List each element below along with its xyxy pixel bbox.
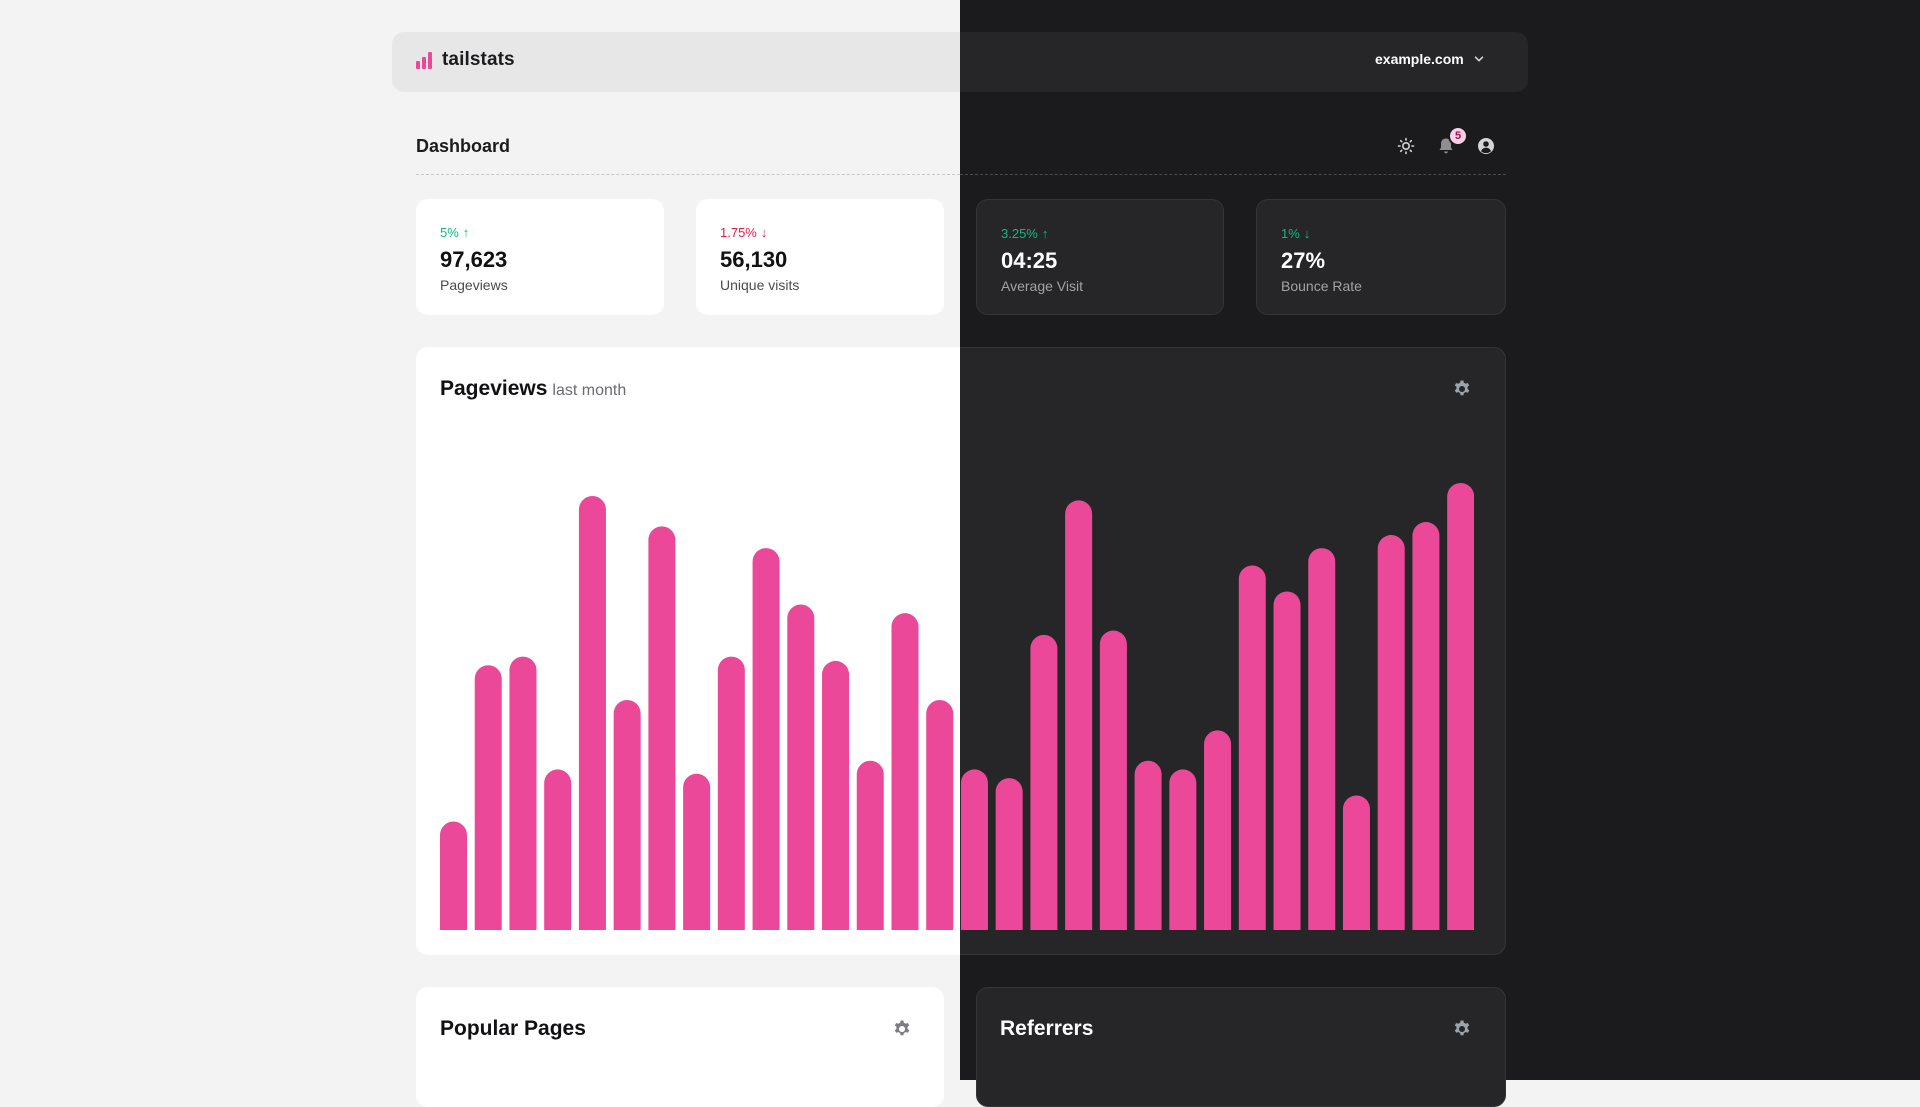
chart-bar[interactable] bbox=[717, 656, 745, 930]
chevron-down-icon bbox=[1474, 56, 1484, 62]
arrow-down-icon: ↓ bbox=[1303, 226, 1311, 241]
stat-delta: 1.75% ↓ bbox=[720, 225, 768, 240]
chart-bar[interactable] bbox=[578, 496, 606, 930]
chart-bar[interactable] bbox=[509, 656, 537, 930]
stat-card-unique-visits: 1.75% ↓ 56,130 Unique visits bbox=[696, 199, 944, 315]
stat-delta: 3.25% ↑ bbox=[1001, 226, 1049, 241]
stat-card-pageviews: 5% ↑ 97,623 Pageviews bbox=[416, 199, 664, 315]
chart-bar[interactable] bbox=[648, 526, 676, 930]
chart-bar[interactable] bbox=[544, 769, 572, 930]
chart-bar[interactable] bbox=[1169, 769, 1197, 930]
stat-label: Average Visit bbox=[1001, 278, 1083, 294]
site-selector[interactable]: example.com bbox=[1375, 51, 1484, 67]
pageviews-bar-chart bbox=[440, 482, 1474, 931]
chart-bar[interactable] bbox=[856, 760, 884, 930]
chart-bar[interactable] bbox=[1099, 630, 1127, 930]
chart-bar[interactable] bbox=[683, 773, 711, 930]
stat-value: 97,623 bbox=[440, 247, 508, 272]
gear-icon[interactable] bbox=[892, 1019, 912, 1039]
chart-bar[interactable] bbox=[440, 821, 467, 931]
stat-label: Unique visits bbox=[720, 277, 800, 293]
page-title: Dashboard bbox=[416, 136, 511, 156]
gear-icon[interactable] bbox=[1452, 379, 1472, 399]
chart-bar[interactable] bbox=[1273, 591, 1301, 930]
stat-card-bounce-rate: 1% ↓ 27% Bounce Rate bbox=[1256, 199, 1506, 315]
chart-bar[interactable] bbox=[1342, 795, 1370, 930]
stat-value: 56,130 bbox=[720, 247, 788, 272]
chart-title: Pageviews bbox=[440, 377, 548, 400]
chart-bar[interactable] bbox=[1238, 565, 1266, 930]
chart-bar[interactable] bbox=[1065, 500, 1093, 930]
arrow-up-icon: ↑ bbox=[1041, 226, 1049, 241]
dashboard: tailstats example.com Dashboard 5 5% ↑ 9… bbox=[0, 0, 1920, 1107]
popular-pages-panel bbox=[416, 987, 944, 1107]
bar-chart-icon bbox=[416, 51, 434, 69]
sun-icon[interactable] bbox=[1396, 136, 1416, 156]
popular-pages-title: Popular Pages bbox=[440, 1017, 586, 1040]
chart-bar[interactable] bbox=[752, 548, 780, 930]
site-selector-value: example.com bbox=[1375, 51, 1464, 67]
chart-bar[interactable] bbox=[1204, 730, 1232, 930]
referrers-title: Referrers bbox=[1000, 1017, 1094, 1040]
chart-bar[interactable] bbox=[995, 778, 1023, 930]
chart-subtitle: last month bbox=[552, 382, 627, 399]
chart-bar[interactable] bbox=[1377, 535, 1405, 930]
arrow-down-icon: ↓ bbox=[760, 225, 768, 240]
stat-value: 04:25 bbox=[1001, 248, 1058, 273]
stat-delta: 5% ↑ bbox=[440, 225, 470, 240]
pageviews-panel-title: Pageviews last month bbox=[440, 377, 626, 401]
chart-bar[interactable] bbox=[960, 769, 988, 930]
chart-bar[interactable] bbox=[891, 613, 919, 930]
stat-card-average-visit: 3.25% ↑ 04:25 Average Visit bbox=[976, 199, 1224, 315]
brand[interactable]: tailstats bbox=[416, 49, 515, 71]
chart-bar[interactable] bbox=[926, 700, 954, 930]
chart-bar[interactable] bbox=[1447, 482, 1474, 930]
stat-delta: 1% ↓ bbox=[1281, 226, 1311, 241]
stat-value: 27% bbox=[1281, 248, 1326, 273]
chart-bar[interactable] bbox=[613, 699, 641, 930]
header-divider bbox=[416, 174, 960, 175]
user-avatar-icon[interactable] bbox=[1476, 136, 1496, 156]
chart-bar[interactable] bbox=[474, 665, 502, 930]
referrers-panel bbox=[976, 987, 1506, 1107]
chart-bar[interactable] bbox=[1412, 522, 1440, 930]
notification-badge: 5 bbox=[1448, 126, 1468, 146]
stat-label: Bounce Rate bbox=[1281, 278, 1362, 294]
chart-bar[interactable] bbox=[787, 604, 815, 931]
brand-name: tailstats bbox=[442, 49, 515, 70]
chart-bar[interactable] bbox=[1308, 548, 1336, 930]
arrow-up-icon: ↑ bbox=[462, 225, 470, 240]
chart-bar[interactable] bbox=[1030, 634, 1058, 930]
header-divider-dark bbox=[960, 174, 1506, 175]
gear-icon[interactable] bbox=[1452, 1019, 1472, 1039]
chart-bar[interactable] bbox=[822, 660, 850, 930]
chart-bar[interactable] bbox=[1134, 760, 1162, 930]
stat-label: Pageviews bbox=[440, 277, 508, 293]
